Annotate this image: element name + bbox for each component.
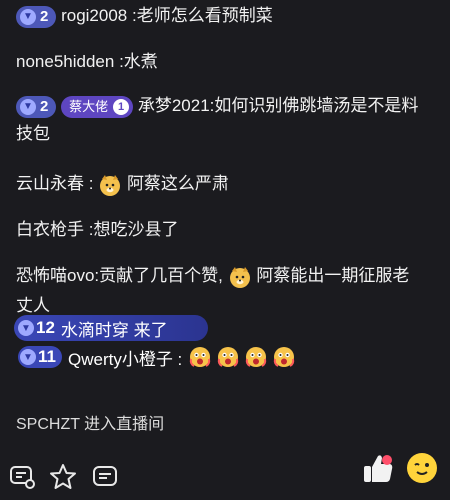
chat-message: 白衣枪手 :想吃沙县了 <box>16 218 178 242</box>
message-text: :水煮 <box>119 52 158 71</box>
level-badge: ▼ 2 <box>16 95 57 118</box>
highlight-welcome-banner: ▼ 12 水滴时穿 来了 <box>14 315 208 341</box>
username[interactable]: 白衣枪手 <box>16 220 84 239</box>
username[interactable]: rogi2008 <box>61 6 127 25</box>
message-text-2: 阿蔡能出一期征服老 <box>256 266 410 285</box>
scared-emoji-icon <box>274 347 295 367</box>
chat-message: ▼ 2 rogi2008 :老师怎么看预制菜 <box>16 4 273 28</box>
username[interactable]: 恐怖喵ovo <box>16 266 94 285</box>
username[interactable]: 云山永春 <box>16 174 84 193</box>
chevron-down-icon: ▼ <box>20 8 36 25</box>
thumbs-up-icon[interactable] <box>360 450 396 486</box>
chat-message: ▼ 2 蔡大佬 1 承梦2021:如何识别佛跳墙汤是不是料 <box>16 94 450 118</box>
username[interactable]: Qwerty小橙子 : <box>68 345 182 370</box>
chat-message: 云山永春 : 阿蔡这么严肃 <box>16 172 229 197</box>
star-icon[interactable] <box>48 462 78 492</box>
emoji-wink-icon[interactable] <box>404 450 440 486</box>
enter-room-notice: SPCHZT 进入直播间 <box>16 416 165 433</box>
chat-feed: ▼ 2 rogi2008 :老师怎么看预制菜 none5hidden :水煮 ▼ 2… <box>0 0 450 440</box>
message-text: :如何识别佛跳墙汤是不是料 <box>209 96 419 115</box>
message-text: :老师怎么看预制菜 <box>131 6 273 25</box>
chat-message: none5hidden :水煮 <box>16 50 158 74</box>
chevron-down-icon: ▼ <box>18 320 34 336</box>
chat-message: 恐怖喵ovo:贡献了几百个赞, 阿蔡能出一期征服老 <box>16 264 409 289</box>
bottom-toolbar <box>0 440 450 500</box>
welcome-text: 水滴时穿 来了 <box>60 320 168 340</box>
level-badge: ▼ 2 <box>16 5 57 28</box>
scared-emoji-icon <box>246 347 267 367</box>
highlight-message: ▼ 11 Qwerty小橙子 : <box>14 344 344 370</box>
message-text-continued: 技包 <box>16 124 50 143</box>
message-text: 阿蔡这么严肃 <box>126 174 229 193</box>
message-icon[interactable] <box>90 462 120 492</box>
chevron-down-icon: ▼ <box>20 349 36 365</box>
level-badge: ▼ 12 <box>18 318 55 338</box>
scared-emoji-icon <box>190 347 211 367</box>
chat-settings-icon[interactable] <box>8 462 38 492</box>
doge-emoji-icon <box>100 174 121 196</box>
scared-emoji-icon <box>218 347 239 367</box>
chevron-down-icon: ▼ <box>20 98 36 115</box>
message-text: :贡献了几百个赞, <box>94 266 223 285</box>
username[interactable]: 承梦2021 <box>138 96 210 115</box>
username[interactable]: none5hidden <box>16 52 114 71</box>
level-badge: ▼ 11 <box>18 346 62 368</box>
fan-badge: 蔡大佬 1 <box>61 95 134 118</box>
message-text: :想吃沙县了 <box>88 220 179 239</box>
emoji-group <box>188 345 296 369</box>
doge-emoji-icon <box>229 266 250 288</box>
